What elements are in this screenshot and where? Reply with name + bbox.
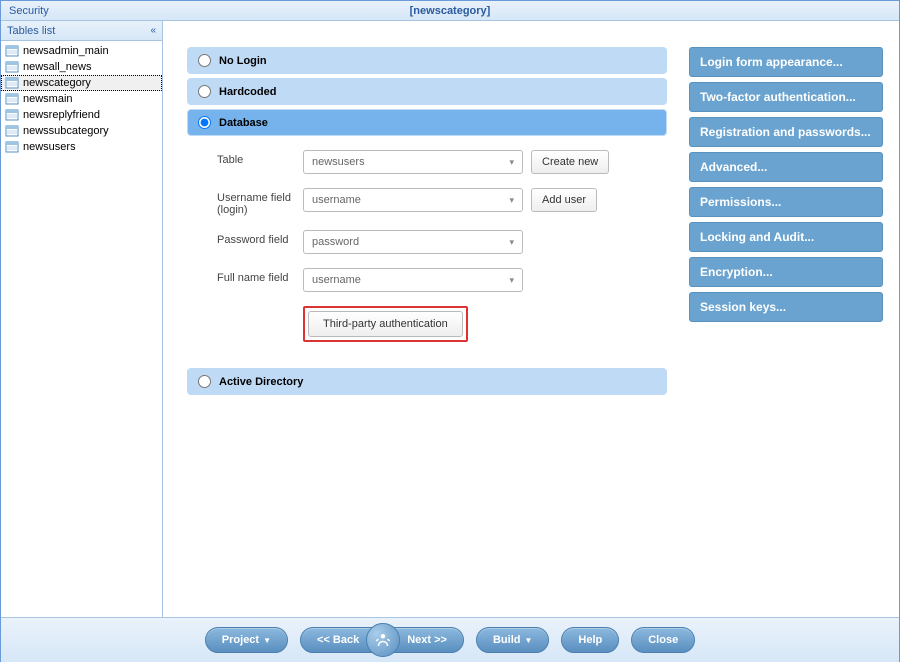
caret-down-icon: ▼: [263, 636, 271, 645]
nav-group: << Back Next >>: [300, 623, 464, 657]
third-party-auth-button[interactable]: Third-party authentication: [308, 311, 463, 337]
create-new-button[interactable]: Create new: [531, 150, 609, 174]
radio-active-directory[interactable]: [198, 375, 211, 388]
option-active-directory[interactable]: Active Directory: [187, 368, 667, 395]
table-icon: [5, 125, 19, 137]
add-user-button[interactable]: Add user: [531, 188, 597, 212]
header-table-name: [newscategory]: [410, 5, 491, 17]
username-label: Username field (login): [217, 188, 303, 216]
build-button[interactable]: Build▼: [476, 627, 549, 653]
option-no-login[interactable]: No Login: [187, 47, 667, 74]
radio-hardcoded[interactable]: [198, 85, 211, 98]
password-label: Password field: [217, 230, 303, 246]
table-select[interactable]: newsusers: [303, 150, 523, 174]
collapse-icon[interactable]: «: [150, 25, 156, 36]
table-item-label: newsmain: [23, 93, 73, 105]
caret-down-icon: ▼: [524, 636, 532, 645]
header-section-title: Security: [9, 5, 49, 17]
table-item[interactable]: newsadmin_main: [1, 43, 162, 59]
right-panel-button[interactable]: Encryption...: [689, 257, 883, 287]
table-item-label: newscategory: [23, 77, 91, 89]
fullname-select[interactable]: username: [303, 268, 523, 292]
table-item-label: newsall_news: [23, 61, 91, 73]
project-button[interactable]: Project▼: [205, 627, 288, 653]
right-panel-button[interactable]: Login form appearance...: [689, 47, 883, 77]
content-area: No Login Hardcoded Database Table newsus…: [163, 21, 899, 617]
table-icon: [5, 77, 19, 89]
right-panel-button[interactable]: Permissions...: [689, 187, 883, 217]
right-panel-button[interactable]: Session keys...: [689, 292, 883, 322]
database-panel: Table newsusers Create new Username fiel…: [187, 140, 667, 368]
table-item-label: newssubcategory: [23, 125, 109, 137]
option-active-directory-label: Active Directory: [219, 376, 303, 388]
run-icon: [374, 631, 392, 649]
table-icon: [5, 109, 19, 121]
right-panel-button[interactable]: Registration and passwords...: [689, 117, 883, 147]
sidebar-header: Tables list «: [1, 21, 162, 41]
bottom-bar: Project▼ << Back Next >> Build▼ Help Clo…: [1, 617, 899, 662]
right-buttons-panel: Login form appearance... Two-factor authe…: [689, 47, 883, 601]
table-item[interactable]: newsreplyfriend: [1, 107, 162, 123]
option-hardcoded-label: Hardcoded: [219, 86, 276, 98]
table-item[interactable]: newsusers: [1, 139, 162, 155]
radio-database[interactable]: [198, 116, 211, 129]
right-panel-button[interactable]: Locking and Audit...: [689, 222, 883, 252]
tables-list: newsadmin_main newsall_news newscategory ne…: [1, 41, 162, 617]
table-icon: [5, 93, 19, 105]
header-bar: Security [newscategory]: [1, 1, 899, 21]
run-button[interactable]: [366, 623, 400, 657]
table-item[interactable]: newsmain: [1, 91, 162, 107]
table-item-label: newsadmin_main: [23, 45, 109, 57]
sidebar-title: Tables list: [7, 25, 55, 37]
table-icon: [5, 141, 19, 153]
table-icon: [5, 45, 19, 57]
table-icon: [5, 61, 19, 73]
option-database[interactable]: Database: [187, 109, 667, 136]
close-button[interactable]: Close: [631, 627, 695, 653]
sidebar: Tables list « newsadmin_main newsall_news…: [1, 21, 163, 617]
password-select[interactable]: password: [303, 230, 523, 254]
radio-no-login[interactable]: [198, 54, 211, 67]
right-panel-button[interactable]: Two-factor authentication...: [689, 82, 883, 112]
table-item-label: newsreplyfriend: [23, 109, 100, 121]
table-label: Table: [217, 150, 303, 166]
table-item[interactable]: newscategory: [1, 75, 162, 91]
highlight-box: Third-party authentication: [303, 306, 468, 342]
table-item-label: newsusers: [23, 141, 76, 153]
table-item[interactable]: newsall_news: [1, 59, 162, 75]
table-item[interactable]: newssubcategory: [1, 123, 162, 139]
help-button[interactable]: Help: [561, 627, 619, 653]
option-database-label: Database: [219, 117, 268, 129]
fullname-label: Full name field: [217, 268, 303, 284]
option-hardcoded[interactable]: Hardcoded: [187, 78, 667, 105]
option-no-login-label: No Login: [219, 55, 267, 67]
username-select[interactable]: username: [303, 188, 523, 212]
right-panel-button[interactable]: Advanced...: [689, 152, 883, 182]
